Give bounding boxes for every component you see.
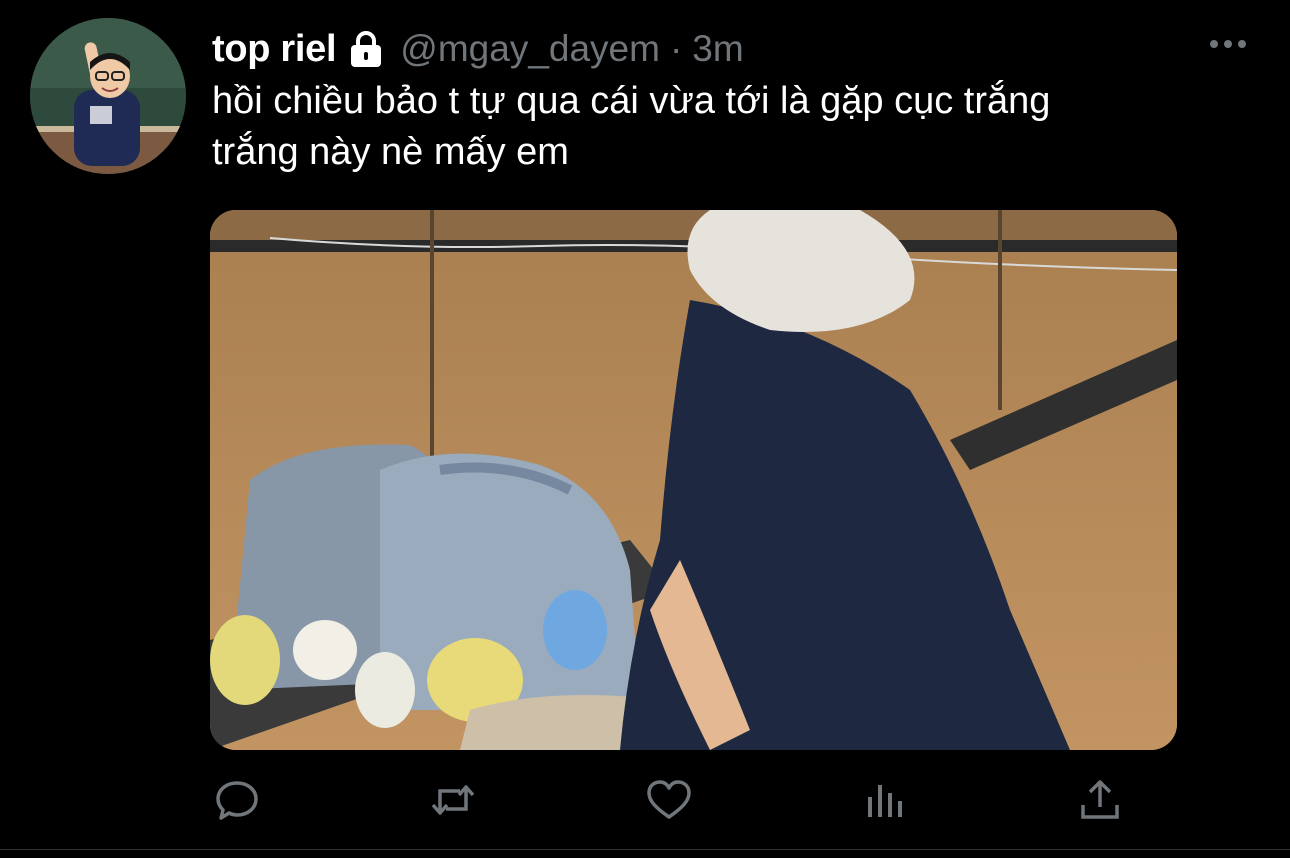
media-image — [210, 210, 1177, 750]
display-name[interactable]: top riel — [212, 28, 337, 71]
reply-icon — [212, 775, 262, 830]
tweet-timestamp[interactable]: 3m — [692, 28, 743, 70]
analytics-icon — [860, 775, 910, 830]
avatar[interactable] — [30, 18, 186, 174]
tweet-text: hồi chiều bảo t tự qua cái vừa tới là gặ… — [212, 76, 1212, 178]
like-button[interactable] — [637, 770, 701, 834]
reply-button[interactable] — [205, 770, 269, 834]
analytics-button[interactable] — [853, 770, 917, 834]
tweet-header: top riel @mgay_dayem · 3m — [212, 26, 744, 72]
avatar-image — [30, 18, 186, 174]
lock-icon — [346, 29, 386, 69]
heart-icon — [644, 775, 694, 830]
share-icon — [1075, 775, 1125, 830]
tweet-text-line: hồi chiều bảo t tự qua cái vừa tới là gặ… — [212, 80, 1051, 122]
retweet-icon — [428, 775, 478, 830]
tweet-text-line: trắng này nè mấy em — [212, 131, 569, 173]
user-handle[interactable]: @mgay_dayem — [400, 28, 660, 70]
more-icon[interactable] — [1208, 34, 1248, 54]
share-button[interactable] — [1068, 770, 1132, 834]
tweet-action-bar — [0, 770, 1290, 834]
tweet-media-photo[interactable] — [210, 210, 1177, 750]
tweet[interactable]: top riel @mgay_dayem · 3m hồi chiều bảo … — [0, 0, 1290, 858]
divider — [0, 849, 1290, 850]
separator-dot: · — [669, 28, 683, 69]
retweet-button[interactable] — [421, 770, 485, 834]
